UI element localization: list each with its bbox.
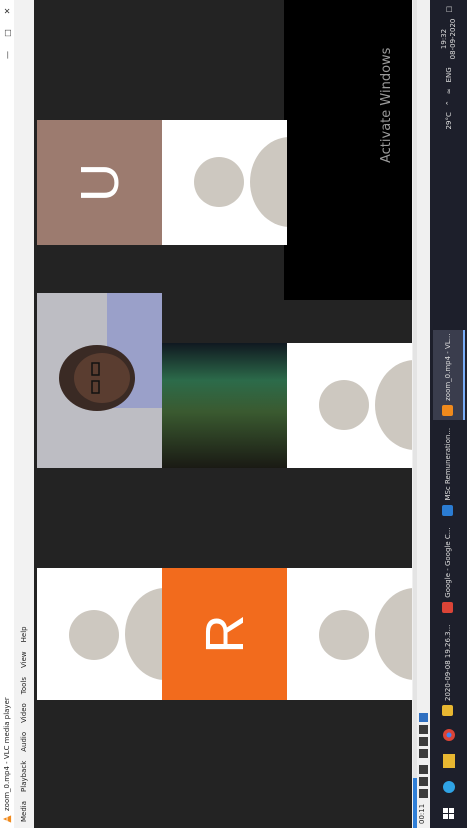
maximize-button[interactable]: □ — [3, 22, 12, 44]
playlist-icon[interactable] — [419, 737, 428, 746]
participant-tile-r: R — [162, 568, 287, 700]
wifi-icon[interactable]: ≈ — [445, 88, 453, 94]
taskbar-app-3[interactable]: MSc Remuneration... — [433, 424, 465, 520]
taskbar-app-2[interactable]: Google - Google C... — [433, 524, 465, 617]
participant-tile-7 — [162, 120, 287, 245]
chrome-icon[interactable] — [438, 724, 460, 746]
taskbar-app-4[interactable]: zoom_0.mp4 - VL... — [432, 329, 465, 420]
notification-icon[interactable]: □ — [445, 6, 453, 13]
menu-view[interactable]: View — [20, 651, 28, 668]
windows-taskbar: 2020-09-08 19.26.3... Google - Google C.… — [430, 0, 467, 828]
chrome-app-icon — [442, 601, 453, 613]
avatar-head — [69, 610, 119, 660]
avatar-body — [125, 588, 162, 680]
menu-video[interactable]: Video — [20, 703, 28, 723]
close-button[interactable]: ✕ — [3, 0, 12, 22]
windows-start-icon[interactable] — [438, 802, 460, 824]
clock-date: 08-09-2020 — [448, 18, 457, 60]
next-icon[interactable] — [419, 765, 428, 774]
menu-media[interactable]: Media — [20, 801, 28, 822]
chevron-up-icon[interactable]: ⌃ — [445, 100, 453, 106]
vlc-window: zoom_0.mp4 - VLC media player — □ ✕ Medi… — [0, 0, 467, 828]
stop-icon[interactable] — [419, 777, 428, 786]
title-bar: zoom_0.mp4 - VLC media player — □ ✕ — [0, 0, 14, 828]
menu-tools[interactable]: Tools — [20, 677, 28, 694]
window-title: zoom_0.mp4 - VLC media player — [3, 697, 11, 811]
activate-windows-watermark: Activate Windows — [379, 47, 394, 163]
shuffle-icon[interactable] — [419, 713, 428, 722]
avatar-head — [194, 157, 244, 207]
clock-time: 19:32 — [439, 28, 448, 50]
avatar-body — [250, 137, 287, 227]
fullscreen-icon[interactable] — [419, 749, 428, 758]
avatar-body — [375, 588, 412, 680]
avatar-body — [375, 360, 412, 450]
edge-icon[interactable] — [438, 776, 460, 798]
playback-controls: 00:11 — [412, 0, 430, 828]
menu-help[interactable]: Help — [20, 626, 28, 642]
menu-playback[interactable]: Playback — [20, 761, 28, 792]
explorer-icon[interactable] — [438, 750, 460, 772]
elapsed-time: 00:11 — [418, 803, 426, 824]
seek-bar[interactable] — [413, 0, 417, 828]
participant-tile-u: U — [37, 120, 162, 245]
menu-audio[interactable]: Audio — [20, 732, 28, 752]
avatar-head — [319, 380, 369, 430]
participant-virtual-background — [162, 343, 287, 468]
person-on-camera — [37, 293, 162, 468]
system-tray: 29°C ⌃ ≈ ENG 19:32 08-09-2020 □ — [440, 0, 458, 135]
taskbar-app-1[interactable]: 2020-09-08 19.26.3... — [433, 621, 465, 720]
minimize-button[interactable]: — — [3, 44, 12, 66]
menu-bar: Media Playback Audio Video Tools View He… — [14, 0, 34, 828]
previous-icon[interactable] — [419, 789, 428, 798]
word-icon — [442, 504, 453, 516]
participant-video-feed — [37, 293, 162, 468]
seek-progress — [413, 778, 417, 828]
avatar-head — [319, 610, 369, 660]
folder-icon — [442, 705, 453, 716]
participant-tile-3 — [287, 568, 412, 700]
weather-temperature[interactable]: 29°C — [445, 112, 453, 129]
loop-icon[interactable] — [419, 725, 428, 734]
vlc-app-icon — [442, 404, 453, 416]
participant-tile-5 — [287, 343, 412, 468]
vlc-cone-icon — [2, 815, 11, 823]
clock[interactable]: 19:32 08-09-2020 — [440, 19, 458, 60]
video-frame[interactable]: R U Activate Windows — [34, 0, 412, 828]
language-indicator[interactable]: ENG — [445, 67, 453, 82]
participant-tile-1 — [37, 568, 162, 700]
